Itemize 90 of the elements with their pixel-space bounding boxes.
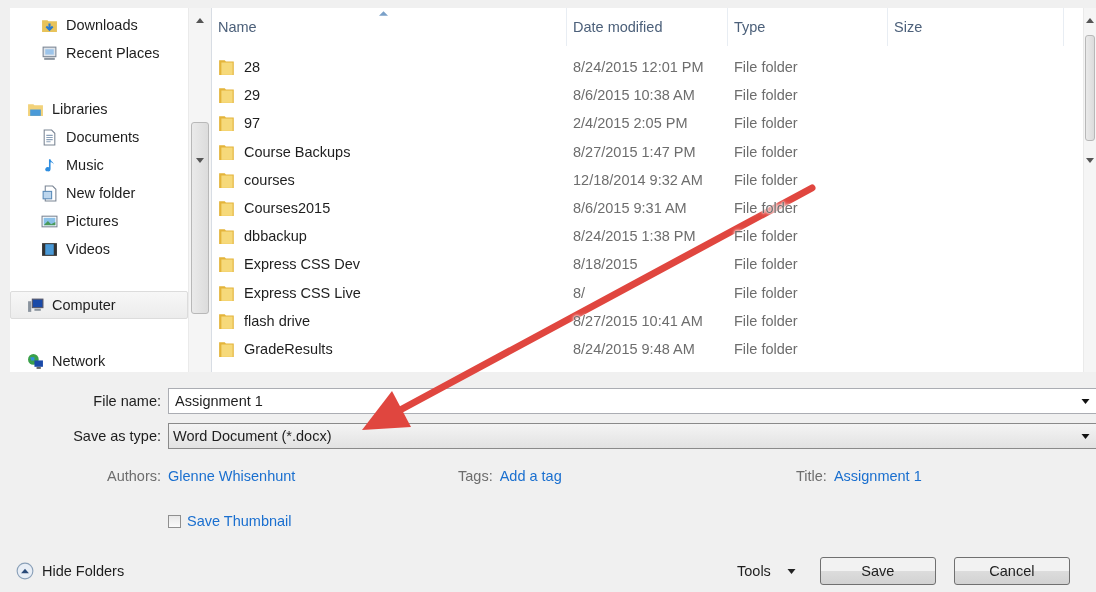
date-cell-text: 8/27/2015 10:41 AM — [572, 312, 704, 329]
caret-icon — [786, 568, 796, 574]
date-cell-text: 2/4/2015 2:05 PM — [572, 115, 689, 132]
dropdown-arrow-icon — [1081, 433, 1090, 439]
file-name[interactable]: Courses2015 — [244, 200, 331, 217]
column-header[interactable]: Size — [888, 8, 1064, 46]
metadata-value[interactable]: Glenne Whisenhunt — [168, 468, 296, 484]
network-icon — [27, 352, 44, 370]
save-as-type-dropdown[interactable]: Word Document (*.docx) — [168, 423, 1096, 449]
folder-icon — [218, 86, 236, 105]
type-cell-text: File folder — [733, 256, 799, 273]
checkbox[interactable] — [168, 514, 181, 528]
file-name[interactable]: flash drive — [244, 312, 311, 329]
type-cell-text: File folder — [733, 115, 799, 132]
field-label: Save as type: — [72, 428, 162, 444]
folder-icon — [218, 311, 236, 330]
type-cell-text: File folder — [733, 87, 799, 104]
file-name[interactable]: courses — [244, 171, 295, 188]
file-name-field[interactable]: Assignment 1 — [168, 388, 1096, 414]
date-cell-text: 12/18/2014 9:32 AM — [572, 171, 704, 188]
nav-item[interactable]: Libraries — [10, 95, 188, 123]
file-name[interactable]: Express CSS Live — [244, 284, 361, 301]
date-cell-text: 8/6/2015 10:38 AM — [572, 87, 696, 104]
computer-icon — [27, 296, 44, 314]
nav-item[interactable]: Network — [10, 347, 188, 375]
scroll-up-icon[interactable] — [1086, 18, 1094, 23]
field-label: File name: — [92, 393, 162, 409]
folder-icon — [218, 170, 236, 189]
nav-item[interactable]: Downloads — [10, 11, 188, 39]
nav-item[interactable]: Pictures — [10, 207, 188, 235]
folder-icon — [218, 255, 236, 274]
date-cell-text: 8/18/2015 — [572, 256, 639, 273]
column-header[interactable]: Name — [212, 8, 567, 46]
metadata-value[interactable]: Add a tag — [499, 468, 562, 484]
document-icon — [41, 128, 58, 146]
file-name[interactable]: 28 — [244, 59, 261, 76]
nav-item[interactable]: Documents — [10, 123, 188, 151]
folder-icon — [218, 58, 236, 77]
save-button[interactable]: Save — [819, 557, 936, 585]
metadata-label: Title: — [796, 468, 827, 484]
date-cell-text: 8/24/2015 1:38 PM — [572, 228, 697, 245]
folder-icon — [218, 339, 236, 358]
cancel-button[interactable]: Cancel — [953, 557, 1070, 585]
date-cell-text: 8/24/2015 9:48 AM — [572, 340, 696, 357]
date-cell-text: 8/6/2015 9:31 AM — [572, 200, 688, 217]
type-cell-text: File folder — [733, 59, 799, 76]
file-name[interactable]: 29 — [244, 87, 261, 104]
file-name[interactable]: 97 — [244, 115, 261, 132]
date-cell-text: 8/ — [572, 284, 587, 301]
folder-icon — [218, 199, 236, 218]
dropdown-arrow-icon — [1081, 398, 1090, 404]
nav-item[interactable]: Videos — [10, 235, 188, 263]
collapse-icon[interactable] — [16, 562, 34, 580]
nav-item[interactable]: Recent Places — [10, 39, 188, 67]
type-cell-text: File folder — [733, 312, 799, 329]
column-header[interactable]: Date modified — [567, 8, 728, 46]
monitor-icon — [41, 44, 58, 62]
file-name[interactable]: Express CSS Dev — [244, 256, 361, 273]
checkbox-label[interactable]: Save Thumbnail — [187, 513, 292, 529]
date-cell-text: 8/27/2015 1:47 PM — [572, 143, 697, 160]
nav-item[interactable]: New folder — [10, 179, 188, 207]
column-header[interactable]: Type — [728, 8, 888, 46]
scrollbar[interactable] — [1083, 8, 1096, 372]
metadata-label: Authors: — [106, 468, 161, 484]
type-cell-text: File folder — [733, 284, 799, 301]
file-name[interactable]: Course Backups — [244, 143, 351, 160]
type-cell-text: File folder — [733, 340, 799, 357]
folder-icon — [218, 227, 236, 246]
metadata-label: Tags: — [458, 468, 493, 484]
scroll-up-icon[interactable] — [196, 18, 204, 23]
file-name[interactable]: dbbackup — [244, 228, 307, 245]
sort-arrow-icon — [379, 11, 388, 16]
type-cell-text: File folder — [733, 143, 799, 160]
type-cell-text: File folder — [733, 171, 799, 188]
folder-icon — [218, 114, 236, 133]
tools-menu[interactable]: Tools — [733, 559, 800, 583]
folder-icon — [218, 283, 236, 302]
scrollbar[interactable] — [188, 8, 211, 372]
film-icon — [41, 240, 58, 258]
metadata-value[interactable]: Assignment 1 — [833, 468, 922, 484]
nav-item[interactable]: Computer — [10, 291, 188, 319]
scroll-thumb[interactable] — [191, 122, 209, 314]
folder-icon — [218, 142, 236, 161]
hide-folders-link[interactable]: Hide Folders — [42, 563, 125, 579]
nav-item[interactable]: Music — [10, 151, 188, 179]
type-cell-text: File folder — [733, 228, 799, 245]
document-icon — [41, 184, 58, 202]
file-name[interactable]: GradeResults — [244, 340, 333, 357]
scroll-thumb[interactable] — [1085, 35, 1095, 141]
date-cell-text: 8/24/2015 12:01 PM — [572, 59, 705, 76]
